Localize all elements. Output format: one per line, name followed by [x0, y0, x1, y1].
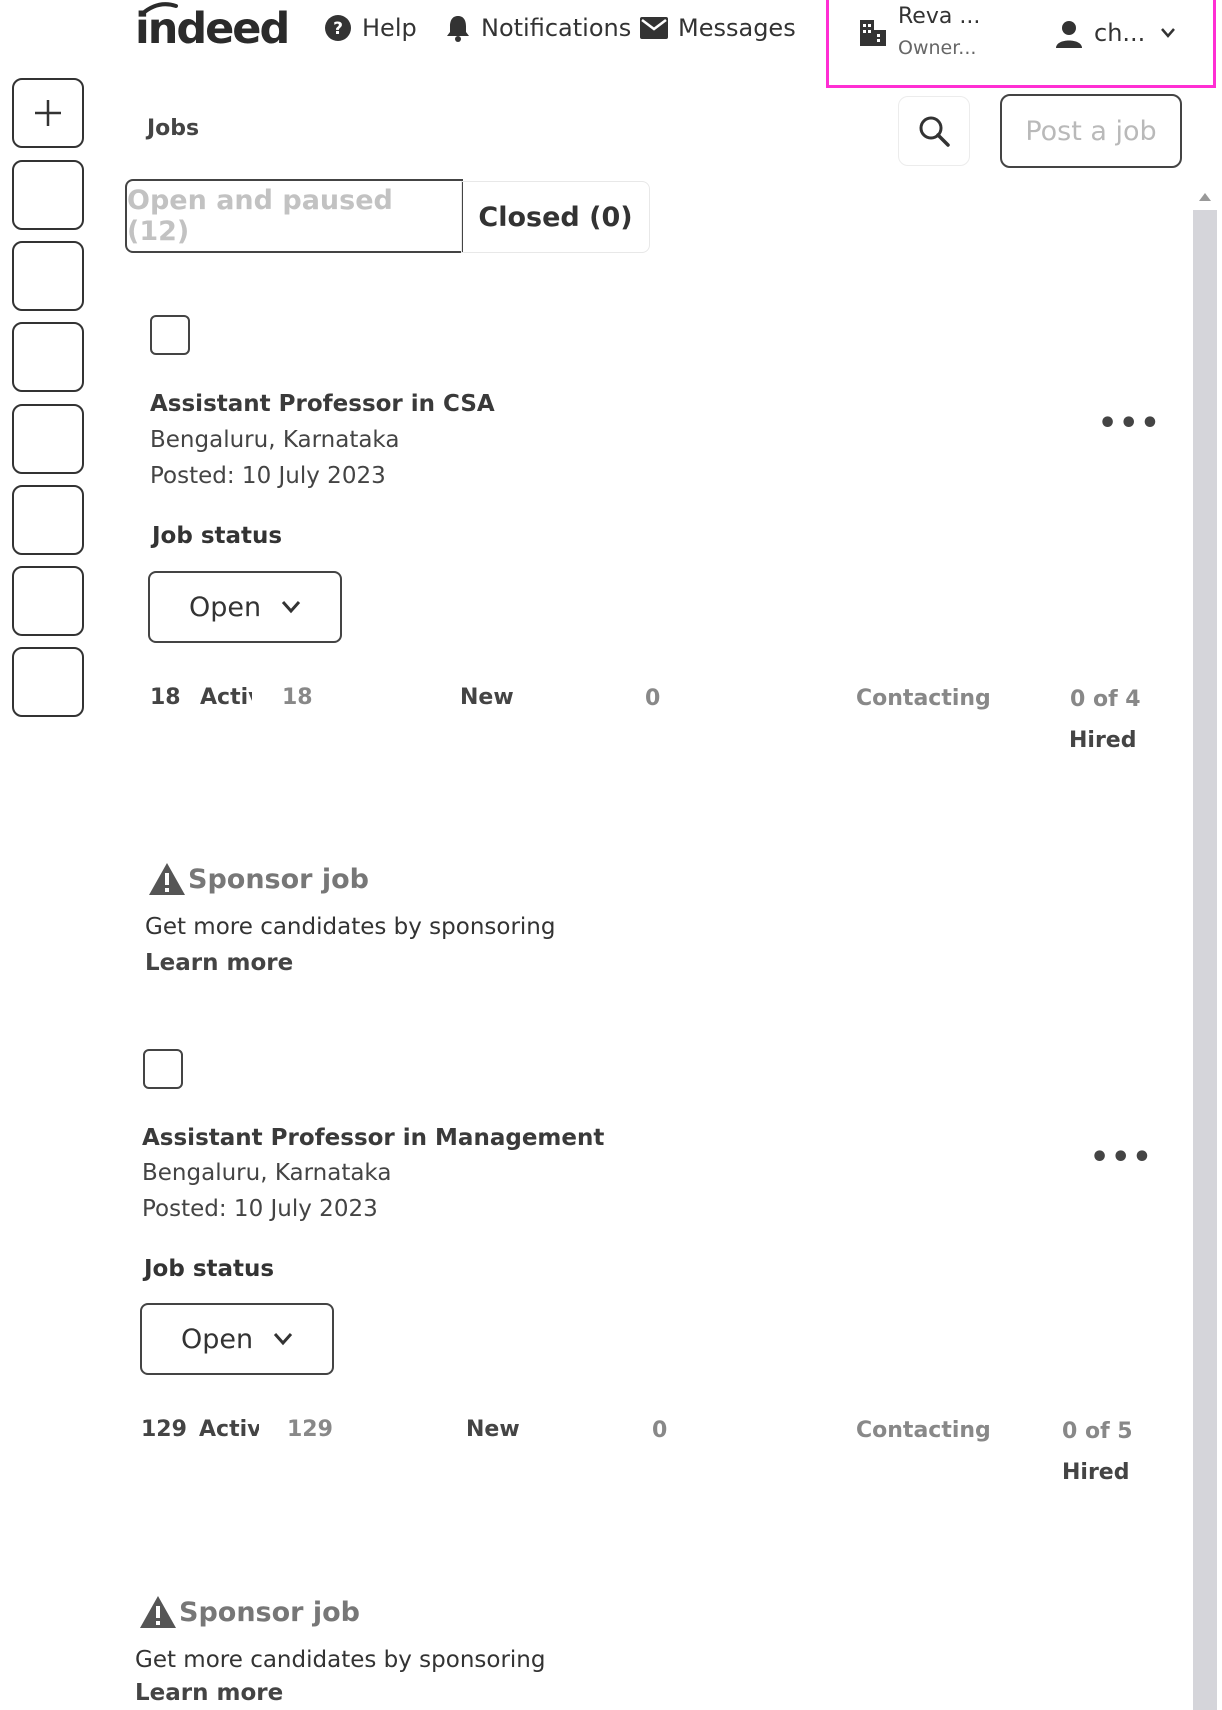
- active-count[interactable]: 129: [141, 1417, 187, 1442]
- rail-button-2[interactable]: [12, 241, 84, 311]
- contacting-label[interactable]: Contacting: [856, 686, 991, 711]
- search-button[interactable]: [898, 96, 970, 166]
- scroll-up-arrow[interactable]: [1199, 193, 1211, 201]
- job-status-label: Job status: [152, 523, 283, 549]
- rail-button-1[interactable]: [12, 160, 84, 230]
- scrollbar-thumb[interactable]: [1193, 210, 1217, 1710]
- learn-more-link[interactable]: Learn more: [135, 1680, 283, 1706]
- chevron-down-icon: [281, 601, 301, 614]
- sponsor-description: Get more candidates by sponsoring: [145, 914, 556, 940]
- help-icon: ?: [325, 15, 351, 41]
- indeed-logo[interactable]: indeed: [135, 4, 290, 54]
- org-role: Owner...: [898, 37, 977, 59]
- nav-messages[interactable]: Messages: [640, 14, 796, 42]
- search-icon: [919, 116, 950, 147]
- hired-label: Hired: [1062, 1460, 1130, 1485]
- plus-icon: [35, 100, 61, 126]
- job-posted-date: Posted: 10 July 2023: [150, 463, 386, 489]
- sponsor-job-label: Sponsor job: [179, 1596, 361, 1628]
- hired-label: Hired: [1069, 728, 1137, 753]
- job-select-checkbox[interactable]: [150, 315, 190, 355]
- new-value[interactable]: 0: [652, 1418, 667, 1443]
- nav-help[interactable]: ? Help: [324, 14, 417, 42]
- job-posted-date: Posted: 10 July 2023: [142, 1196, 378, 1222]
- rail-button-4[interactable]: [12, 404, 84, 474]
- page-title: Jobs: [147, 116, 200, 141]
- job-location: Bengaluru, Karnataka: [150, 427, 400, 453]
- active-count[interactable]: 18: [150, 685, 181, 710]
- envelope-icon: [640, 17, 668, 39]
- job-status-value: Open: [180, 1323, 254, 1355]
- contacting-label[interactable]: Contacting: [856, 1418, 991, 1443]
- more-options-icon[interactable]: •••: [1098, 406, 1162, 441]
- nav-messages-label: Messages: [678, 14, 796, 42]
- hired-value[interactable]: 0 of 5: [1062, 1419, 1133, 1444]
- chevron-down-icon: [273, 1333, 293, 1346]
- sponsor-job-heading[interactable]: Sponsor job: [148, 862, 369, 896]
- job-select-checkbox[interactable]: [143, 1049, 183, 1089]
- nav-help-label: Help: [362, 14, 417, 42]
- user-name[interactable]: ch...: [1094, 19, 1145, 47]
- warning-icon: [149, 863, 185, 895]
- nav-notifications[interactable]: Notifications: [445, 14, 631, 42]
- new-label: New: [466, 1417, 520, 1442]
- rail-button-7[interactable]: [12, 647, 84, 717]
- sponsor-job-label: Sponsor job: [188, 863, 370, 895]
- chevron-down-icon[interactable]: [1160, 27, 1176, 39]
- tab-closed[interactable]: Closed (0): [461, 181, 650, 253]
- new-value[interactable]: 0: [645, 686, 660, 711]
- job-status-dropdown[interactable]: Open: [140, 1303, 334, 1375]
- post-job-button[interactable]: Post a job: [1000, 94, 1182, 168]
- warning-icon: [140, 1596, 176, 1628]
- active-value[interactable]: 18: [282, 685, 313, 710]
- job-status-label: Job status: [144, 1256, 275, 1282]
- new-label: New: [460, 685, 514, 710]
- job-status-value: Open: [188, 591, 262, 623]
- active-label: Active: [199, 1417, 259, 1442]
- building-icon: [860, 20, 886, 46]
- rail-button-3[interactable]: [12, 322, 84, 392]
- tab-open-and-paused[interactable]: Open and paused (12): [125, 179, 463, 253]
- learn-more-link[interactable]: Learn more: [145, 950, 293, 976]
- bell-icon: [447, 16, 469, 42]
- active-label: Active: [200, 685, 252, 710]
- job-title[interactable]: Assistant Professor in Management: [142, 1125, 604, 1151]
- more-options-icon[interactable]: •••: [1090, 1140, 1154, 1175]
- hired-value[interactable]: 0 of 4: [1070, 687, 1141, 712]
- sponsor-job-heading[interactable]: Sponsor job: [139, 1595, 360, 1629]
- org-name[interactable]: Reva ...: [898, 4, 980, 29]
- rail-button-6[interactable]: [12, 566, 84, 636]
- job-location: Bengaluru, Karnataka: [142, 1160, 392, 1186]
- sponsor-description: Get more candidates by sponsoring: [135, 1647, 546, 1673]
- svg-text:?: ?: [333, 19, 343, 39]
- rail-button-5[interactable]: [12, 485, 84, 555]
- job-title[interactable]: Assistant Professor in CSA: [150, 391, 495, 417]
- rail-add-button[interactable]: [12, 78, 84, 148]
- nav-notifications-label: Notifications: [481, 14, 632, 42]
- job-status-dropdown[interactable]: Open: [148, 571, 342, 643]
- person-icon: [1056, 21, 1082, 48]
- active-value[interactable]: 129: [287, 1417, 333, 1442]
